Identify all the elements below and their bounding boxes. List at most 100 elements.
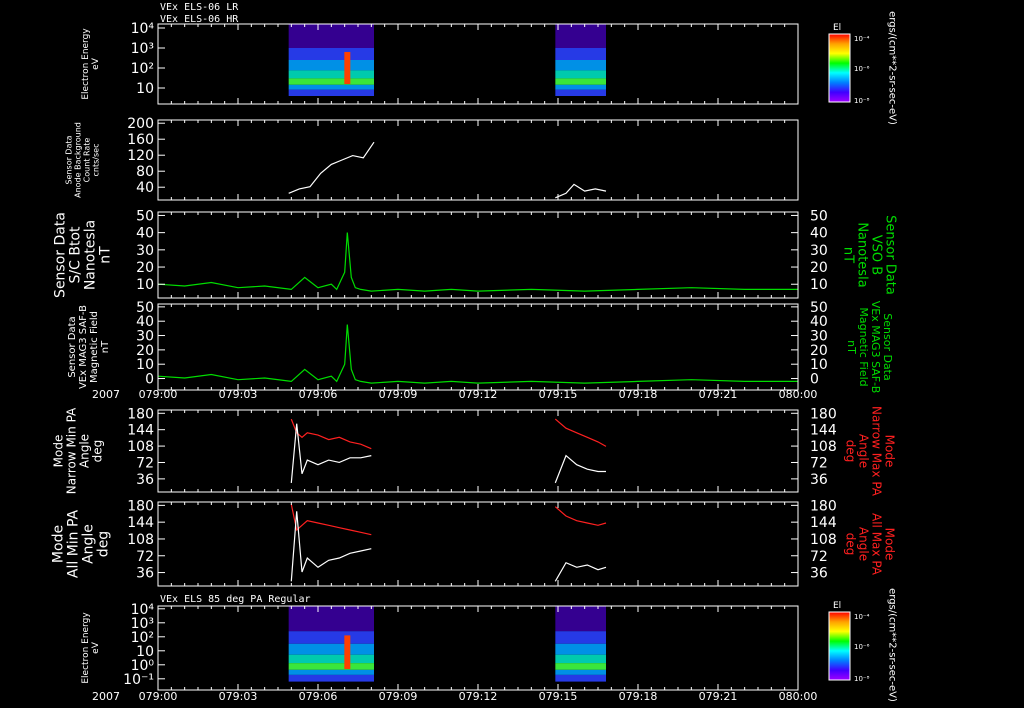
p3-ylabel-line: Nanotesla — [82, 220, 98, 290]
p2-series-line — [288, 141, 375, 194]
p2-ytick-label: 200 — [127, 116, 154, 132]
colorbar-1-title: El — [833, 23, 841, 33]
p1-ytick-label: 10 — [136, 81, 154, 97]
time-tick-label: 079:21 — [699, 388, 738, 401]
p3-ytick-right-label: 50 — [810, 208, 828, 224]
colorbar-1-tick: 10⁻⁴ — [854, 35, 870, 43]
p3-ytick-label: 50 — [136, 208, 154, 224]
time-tick-label: 079:03 — [219, 690, 258, 703]
p6-ylabel-right: ModeAll Max PAAngledeg — [843, 513, 896, 576]
p1-heat-band — [555, 24, 606, 48]
p7-ytick-label: 10⁻¹ — [123, 672, 154, 688]
p6-ytick-label: 72 — [136, 549, 154, 565]
colorbar-2-tick: 10⁻⁶ — [854, 643, 870, 651]
p3-ytick-label: 40 — [136, 226, 154, 242]
time-tick-label: 079:06 — [299, 388, 338, 401]
p6-series-line — [290, 511, 372, 582]
p1-heat-band — [288, 70, 374, 79]
p5-ytick-right-label: 36 — [810, 472, 828, 488]
time-tick-label: 079:18 — [619, 388, 658, 401]
p1-heat-band — [555, 48, 606, 60]
p6-ytick-right-label: 72 — [810, 549, 828, 565]
p7-heat-band — [555, 606, 606, 632]
p6-ytick-right-label: 108 — [810, 532, 837, 548]
p4-ylabel-line: VEx MAG3 SAF-B — [78, 305, 89, 389]
p7-heat-band — [288, 663, 374, 670]
p2-ylabel-line: Sensor Data — [64, 135, 73, 184]
p2-ylabel: Sensor Data Anode Background Count Rate cnt… — [64, 122, 100, 198]
colorbar-2-title: El — [833, 601, 841, 611]
p1-heat-band — [288, 60, 374, 71]
colorbar-2-unit-line: ergs/(cm**2-sr-sec-eV) — [887, 588, 898, 702]
p5-ytick-right-label: 180 — [810, 406, 837, 422]
colorbar-2-tick: 10⁻⁴ — [854, 613, 870, 621]
p6-ylabel-line: deg — [95, 531, 111, 557]
p2-ytick-label: 160 — [127, 132, 154, 148]
p7-heat-band — [555, 631, 606, 644]
p3-ytick-right-label: 10 — [810, 277, 828, 293]
p5-ytick-right-label: 108 — [810, 439, 837, 455]
p1-heat-band — [288, 48, 374, 60]
p4-ytick-right-label: 0 — [810, 372, 819, 388]
p3-ylabel-line: nT — [97, 246, 113, 264]
p7-ylabel-line: Electron Energy — [81, 612, 91, 684]
p3-ytick-label: 20 — [136, 260, 154, 276]
p2-ylabel-line: Count Rate — [82, 138, 91, 183]
time-tick-label: 080:00 — [779, 690, 818, 703]
p5-ytick-label: 180 — [127, 406, 154, 422]
colorbar-1-tick: 10⁻⁶ — [854, 65, 870, 73]
p3-ylabel-right-line: Sensor Data — [882, 215, 897, 295]
p6-ytick-label: 36 — [136, 566, 154, 582]
time-tick-label: 079:00 — [139, 690, 178, 703]
time-tick-label: 079:09 — [379, 388, 418, 401]
p1-ytick-label: 10³ — [131, 41, 154, 57]
time-tick-label: 079:12 — [459, 388, 498, 401]
p7-frame — [157, 605, 799, 691]
p6-ytick-label: 180 — [127, 498, 154, 514]
time-tick-label: 079:15 — [539, 690, 578, 703]
p6-ylabel-line: Mode — [50, 525, 66, 563]
p3-ytick-right-label: 30 — [810, 243, 828, 259]
p6-ytick-right-label: 180 — [810, 498, 837, 514]
p6-ylabel-right-line: All Max PA — [869, 513, 883, 576]
p5-ylabel: Mode Narrow Min PA Angle deg — [52, 407, 105, 494]
p5-ylabel-right-line: Mode — [882, 435, 896, 468]
time-tick-label: 079:00 — [139, 388, 178, 401]
p4-ylabel-line: Magnetic Field — [89, 311, 100, 383]
p3-series-line — [157, 232, 798, 292]
p1-frame — [157, 23, 799, 105]
p4-ylabel-line: nT — [100, 340, 111, 353]
p5-ytick-right-label: 72 — [810, 455, 828, 471]
p1-ylabel: Electron Energy eV — [81, 28, 101, 100]
p5-ylabel-right-line: Narrow Max PA — [869, 406, 883, 497]
p5-series-line — [290, 418, 372, 450]
p3-ylabel-right: Sensor DataVSO BNanoteslanT — [840, 215, 897, 295]
p6-series-line — [554, 506, 607, 526]
p6-ytick-right-label: 144 — [810, 515, 837, 531]
p5-ytick-right-label: 144 — [810, 423, 837, 439]
p1-ytick-label: 10² — [131, 61, 154, 77]
time-tick-label: 079:18 — [619, 690, 658, 703]
p6-series-line — [290, 504, 372, 536]
colorbar-2 — [828, 611, 851, 681]
p6-ylabel-right-line: Angle — [856, 527, 870, 561]
p1-heat-band — [555, 89, 606, 96]
p7-heat-spike — [344, 635, 351, 669]
p2-series-line — [555, 183, 607, 199]
p5-ytick-label: 36 — [136, 472, 154, 488]
p7-heat-band — [555, 643, 606, 655]
colorbar-2-tick: 10⁻⁸ — [854, 675, 870, 683]
p2-ylabel-line: Anode Background — [73, 122, 82, 198]
p1-ylabel-line: eV — [91, 57, 101, 70]
p7-heat-band — [288, 654, 374, 664]
p7-heat-band — [555, 654, 606, 664]
p2-ytick-label: 80 — [136, 164, 154, 180]
p6-ylabel-line: Angle — [80, 524, 96, 564]
p3-ylabel-right-line: nT — [840, 247, 855, 263]
p1-heat-band — [288, 89, 374, 96]
p1-ylabel-line: Electron Energy — [81, 28, 91, 100]
p3-ylabel-right-line: Nanotesla — [854, 222, 869, 287]
p7-ylabel-line: eV — [91, 641, 101, 654]
p3-frame — [157, 211, 799, 299]
p1-heat-band — [555, 84, 606, 90]
